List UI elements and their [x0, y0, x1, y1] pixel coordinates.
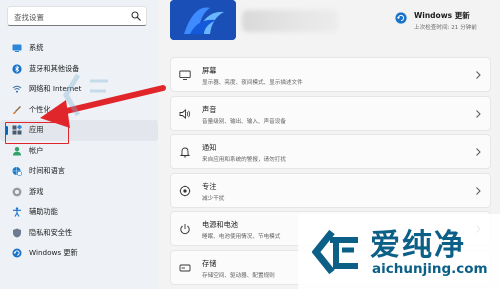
monitor-icon	[12, 43, 22, 53]
windows-update-last-checked: 上次检查时间: 21 分钟前	[414, 25, 477, 31]
chevron-right-icon	[476, 71, 481, 79]
setting-card-focus[interactable]: 专注 减少干扰	[170, 172, 491, 208]
bell-icon	[179, 147, 191, 158]
setting-subtitle: 减少干扰	[202, 195, 225, 202]
sidebar-item-label: Windows 更新	[29, 248, 78, 258]
globe-clock-icon	[12, 166, 22, 177]
focus-icon	[179, 185, 191, 196]
setting-title: 专注	[202, 181, 217, 191]
sidebar-item-personalization[interactable]: 个性化	[0, 100, 158, 121]
setting-card-storage[interactable]: 存储 存储空间、驱动器、配置规则	[170, 249, 491, 285]
setting-card-power-battery[interactable]: 电源和电池 睡眠、电池使用情况、节电模式	[170, 211, 491, 246]
search-box[interactable]	[7, 6, 147, 27]
setting-title: 电源和电池	[202, 220, 238, 229]
setting-subtitle: 存储空间、驱动器、配置规则	[202, 272, 275, 279]
setting-title: 声音	[202, 104, 217, 114]
sidebar-item-network[interactable]: 网络和 Internet	[0, 79, 158, 100]
sidebar-item-windows-update[interactable]: Windows 更新	[0, 243, 158, 264]
sidebar-item-system[interactable]: 系统	[0, 38, 158, 59]
display-icon	[179, 70, 191, 80]
sidebar-item-gaming[interactable]: 游戏	[0, 182, 158, 203]
sidebar-item-label: 帐户	[29, 145, 44, 155]
sidebar-item-label: 蓝牙和其他设备	[29, 63, 80, 73]
sidebar-item-label: 辅助功能	[29, 207, 58, 217]
shield-icon	[12, 228, 22, 238]
setting-card-sound[interactable]: 声音 音量级别、输出、输入、声音设备	[170, 95, 491, 131]
chevron-right-icon	[476, 148, 481, 156]
setting-title: 屏幕	[202, 66, 217, 75]
device-wallpaper-thumbnail[interactable]	[170, 0, 236, 40]
storage-icon	[179, 264, 191, 271]
sidebar-item-label: 游戏	[29, 186, 44, 196]
setting-subtitle: 显示器、亮度、夜间模式、显示描述文件	[202, 80, 303, 86]
person-icon	[12, 146, 22, 156]
search-input[interactable]	[12, 7, 126, 27]
setting-subtitle: 睡眠、电池使用情况、节电模式	[202, 234, 281, 240]
sidebar-item-label: 个性化	[29, 104, 51, 114]
windows-update-icon	[12, 248, 22, 258]
chevron-right-icon	[476, 263, 481, 272]
chevron-right-icon	[476, 225, 481, 233]
sidebar-item-time-language[interactable]: 时间和语言	[0, 161, 158, 182]
wifi-icon	[12, 84, 22, 94]
chevron-right-icon	[476, 109, 481, 118]
bluetooth-icon	[12, 64, 22, 74]
sidebar-item-privacy[interactable]: 隐私和安全性	[0, 223, 158, 244]
sidebar-item-label: 时间和语言	[29, 166, 65, 176]
setting-card-notifications[interactable]: 通知 来自应用和系统的警报，请勿打扰	[170, 134, 491, 169]
sidebar-nav: 系统 蓝牙和其他设备 网络和 Internet 个性化 应用 帐户 时间和语言 …	[0, 38, 158, 264]
windows-update-title[interactable]: Windows 更新	[414, 10, 470, 21]
sidebar-item-label: 系统	[29, 43, 44, 53]
accessibility-icon	[12, 207, 22, 218]
gamepad-icon	[12, 187, 22, 197]
chevron-right-icon	[476, 186, 481, 195]
sidebar-item-label: 网络和 Internet	[29, 84, 82, 94]
paintbrush-icon	[12, 105, 22, 115]
search-icon[interactable]	[131, 11, 141, 21]
sidebar-item-bluetooth[interactable]: 蓝牙和其他设备	[0, 59, 158, 80]
setting-title: 存储	[202, 258, 217, 268]
power-icon	[180, 224, 190, 235]
sidebar-item-label: 隐私和安全性	[29, 227, 73, 237]
setting-subtitle: 音量级别、输出、输入、声音设备	[202, 118, 286, 125]
setting-card-display[interactable]: 屏幕 显示器、亮度、夜间模式、显示描述文件	[170, 57, 491, 92]
sidebar: 系统 蓝牙和其他设备 网络和 Internet 个性化 应用	[0, 0, 158, 289]
setting-subtitle: 来自应用和系统的警报，请勿打扰	[202, 157, 286, 163]
apps-highlight-box	[5, 122, 69, 144]
settings-list: 屏幕 显示器、亮度、夜间模式、显示描述文件 声音 音量级别、输出、输入、声音设备…	[170, 57, 491, 288]
speaker-icon	[179, 108, 191, 119]
device-name-redacted	[242, 10, 338, 32]
setting-title: 通知	[202, 143, 217, 152]
windows-update-icon[interactable]	[395, 12, 407, 24]
sidebar-item-accessibility[interactable]: 辅助功能	[0, 202, 158, 223]
